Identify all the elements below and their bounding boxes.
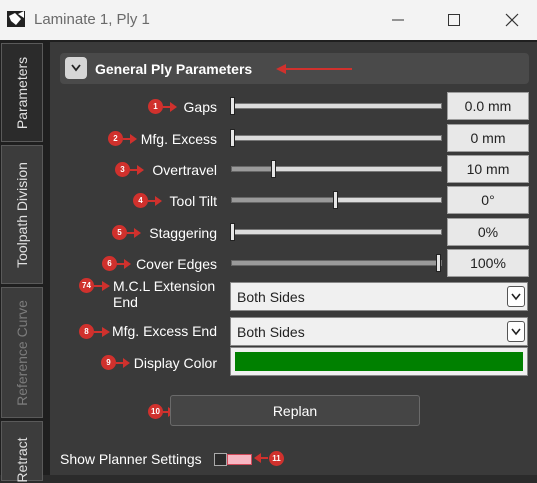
slider-handle[interactable]	[271, 160, 276, 178]
mfg-excess-value-field[interactable]: 0 mm	[447, 124, 529, 152]
slider-track	[231, 229, 442, 235]
window-title: Laminate 1, Ply 1	[34, 11, 150, 28]
color-swatch	[235, 352, 523, 371]
slider-track	[231, 135, 442, 141]
annotation-arrow-icon	[163, 102, 177, 112]
planner-highlight	[227, 454, 252, 465]
title-bar: Laminate 1, Ply 1	[0, 0, 537, 40]
staggering-label: Staggering	[149, 225, 217, 241]
tab-toolpath-division[interactable]: Toolpath Division	[1, 145, 43, 284]
gaps-value-field[interactable]: 0.0 mm	[447, 92, 529, 120]
display-color-picker[interactable]	[230, 347, 528, 376]
tool-tilt-label: Tool Tilt	[169, 193, 217, 209]
minimize-icon	[392, 19, 404, 21]
slider-handle[interactable]	[333, 191, 338, 209]
tool-tilt-value-field[interactable]: 0°	[447, 186, 529, 214]
slider-handle[interactable]	[230, 223, 235, 241]
annotation-arrow-icon	[276, 64, 352, 74]
show-planner-settings-label: Show Planner Settings	[60, 451, 202, 467]
annotation-badge: 4	[133, 193, 148, 208]
replan-button[interactable]: Replan	[170, 395, 420, 426]
annotation-arrow-icon	[117, 259, 131, 269]
select-value: Both Sides	[237, 324, 305, 340]
mfg-excess-slider[interactable]	[230, 128, 442, 148]
slider-fill	[231, 166, 272, 172]
gaps-slider[interactable]	[230, 96, 442, 116]
select-value: Both Sides	[237, 289, 305, 305]
cover-edges-slider[interactable]	[230, 253, 442, 273]
tab-reference-curve[interactable]: Reference Curve	[1, 287, 43, 418]
slider-fill	[231, 197, 334, 203]
overtravel-label: Overtravel	[152, 162, 217, 178]
annotation-arrow-icon	[94, 327, 110, 337]
close-button[interactable]	[494, 6, 530, 34]
slider-fill	[231, 260, 437, 266]
app-logo-icon	[7, 11, 25, 27]
annotation-badge: 11	[269, 451, 284, 466]
tab-parameters[interactable]: Parameters	[1, 43, 43, 142]
gaps-label: Gaps	[183, 99, 217, 115]
annotation-arrow-icon	[127, 228, 141, 238]
minimize-button[interactable]	[380, 6, 416, 34]
annotation-badge: 6	[102, 256, 117, 271]
tab-label: Toolpath Division	[14, 161, 30, 268]
display-color-label: Display Color	[133, 355, 217, 371]
annotation-badge: 74	[79, 278, 94, 293]
annotation-arrow-icon	[94, 281, 110, 291]
tool-tilt-slider[interactable]	[230, 190, 442, 210]
annotation-badge: 5	[112, 225, 127, 240]
slider-track	[231, 103, 442, 109]
annotation-arrow-icon	[130, 165, 144, 175]
tab-retract[interactable]: Retract	[1, 421, 43, 483]
staggering-value-field[interactable]: 0%	[447, 218, 529, 246]
section-title: General Ply Parameters	[95, 61, 253, 77]
mfg-excess-label: Mfg. Excess	[140, 131, 217, 147]
close-icon	[505, 13, 519, 27]
mfg-excess-end-label: Mfg. Excess End	[111, 323, 217, 339]
mcl-extension-end-select[interactable]: Both Sides	[230, 282, 528, 311]
slider-handle[interactable]	[230, 97, 235, 115]
chevron-down-icon	[71, 64, 81, 72]
annotation-badge: 3	[115, 162, 130, 177]
dropdown-button[interactable]	[507, 321, 525, 342]
annotation-badge: 8	[79, 324, 94, 339]
overtravel-value-field[interactable]: 10 mm	[447, 155, 529, 183]
annotation-badge: 10	[148, 404, 163, 419]
collapse-button[interactable]	[65, 57, 87, 79]
annotation-badge: 1	[148, 99, 163, 114]
slider-handle[interactable]	[436, 254, 441, 272]
annotation-arrow-icon	[116, 358, 130, 368]
slider-handle[interactable]	[230, 129, 235, 147]
cover-edges-label: Cover Edges	[136, 256, 217, 272]
tab-label: Parameters	[14, 56, 30, 129]
tab-label: Retract	[14, 437, 30, 483]
maximize-button[interactable]	[436, 6, 472, 34]
show-planner-settings-checkbox[interactable]	[214, 453, 227, 466]
mcl-extension-end-label: M.C.L Extension End	[113, 278, 216, 310]
chevron-down-icon	[511, 293, 521, 300]
annotation-arrow-icon	[148, 196, 162, 206]
annotation-badge: 9	[101, 355, 116, 370]
overtravel-slider[interactable]	[230, 159, 442, 179]
dropdown-button[interactable]	[507, 286, 525, 307]
annotation-arrow-icon	[254, 453, 268, 463]
annotation-badge: 2	[108, 131, 123, 146]
mfg-excess-end-select[interactable]: Both Sides	[230, 317, 528, 346]
cover-edges-value-field[interactable]: 100%	[447, 249, 529, 277]
chevron-down-icon	[511, 328, 521, 335]
tab-label: Reference Curve	[14, 299, 30, 406]
staggering-slider[interactable]	[230, 222, 442, 242]
maximize-icon	[448, 14, 460, 26]
annotation-arrow-icon	[123, 134, 137, 144]
